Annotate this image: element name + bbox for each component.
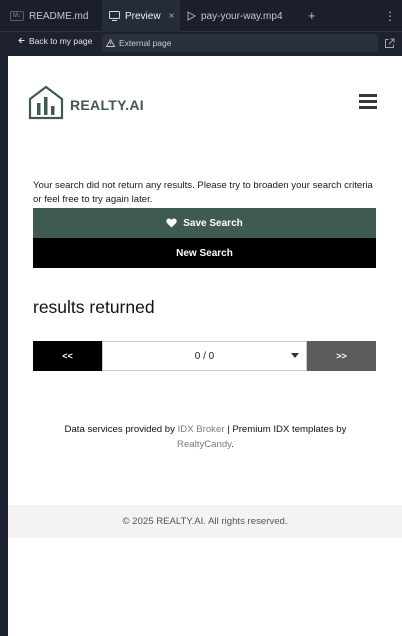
- credits-suffix: .: [231, 439, 234, 450]
- next-page-button[interactable]: >>: [307, 341, 376, 371]
- new-tab-button[interactable]: +: [308, 8, 316, 24]
- save-search-label: Save Search: [183, 217, 243, 229]
- back-link[interactable]: Back to my page: [18, 36, 92, 46]
- realtycandy-link[interactable]: RealtyCandy: [177, 439, 231, 450]
- prev-page-button[interactable]: <<: [33, 341, 102, 371]
- tab-preview-label: Preview: [125, 10, 161, 22]
- credits-text: Data services provided by IDX Broker | P…: [33, 422, 378, 452]
- hamburger-menu-icon[interactable]: [359, 94, 377, 110]
- tab-video[interactable]: pay-your-way.mp4: [182, 0, 302, 32]
- credits-prefix: Data services provided by: [64, 424, 178, 435]
- tab-readme[interactable]: M↓ README.md: [0, 0, 102, 32]
- idx-broker-link[interactable]: IDX Broker: [178, 424, 225, 435]
- heart-icon: [166, 218, 177, 228]
- back-link-label: Back to my page: [29, 36, 93, 46]
- page-select[interactable]: 0 / 0: [102, 341, 307, 371]
- arrow-left-icon: [18, 36, 25, 46]
- house-chart-icon: [28, 84, 64, 125]
- tab-preview[interactable]: Preview ×: [102, 0, 180, 32]
- page-select-value: 0 / 0: [194, 350, 215, 362]
- markdown-icon: M↓: [10, 11, 24, 21]
- page-content: REALTY.AI Your search did not return any…: [8, 56, 402, 636]
- tab-readme-label: README.md: [29, 10, 89, 22]
- address-bar: Back to my page External page: [0, 32, 402, 54]
- external-link-icon[interactable]: [384, 36, 395, 54]
- save-search-button[interactable]: Save Search: [33, 208, 376, 238]
- results-heading: results returned: [33, 297, 155, 317]
- monitor-icon: [109, 11, 120, 21]
- play-icon: [187, 11, 196, 21]
- logo-text: REALTY.AI: [70, 96, 144, 113]
- site-footer: © 2025 REALTY.AI. All rights reserved.: [8, 505, 402, 538]
- caret-down-icon: [291, 353, 299, 358]
- url-label: External page: [119, 38, 172, 48]
- tab-video-label: pay-your-way.mp4: [201, 10, 283, 22]
- close-icon[interactable]: ×: [169, 11, 175, 22]
- tab-bar: M↓ README.md Preview × pay-your-way.mp4 …: [0, 0, 402, 32]
- more-options-icon[interactable]: ⋮: [384, 8, 396, 24]
- new-search-button[interactable]: New Search: [33, 238, 376, 268]
- copyright-text: © 2025 REALTY.AI. All rights reserved.: [122, 516, 288, 527]
- credits-middle: | Premium IDX templates by: [224, 424, 347, 435]
- no-results-message: Your search did not return any results. …: [33, 180, 373, 205]
- warning-icon: [106, 39, 115, 47]
- site-logo[interactable]: REALTY.AI: [28, 84, 144, 125]
- url-field[interactable]: External page: [102, 34, 378, 52]
